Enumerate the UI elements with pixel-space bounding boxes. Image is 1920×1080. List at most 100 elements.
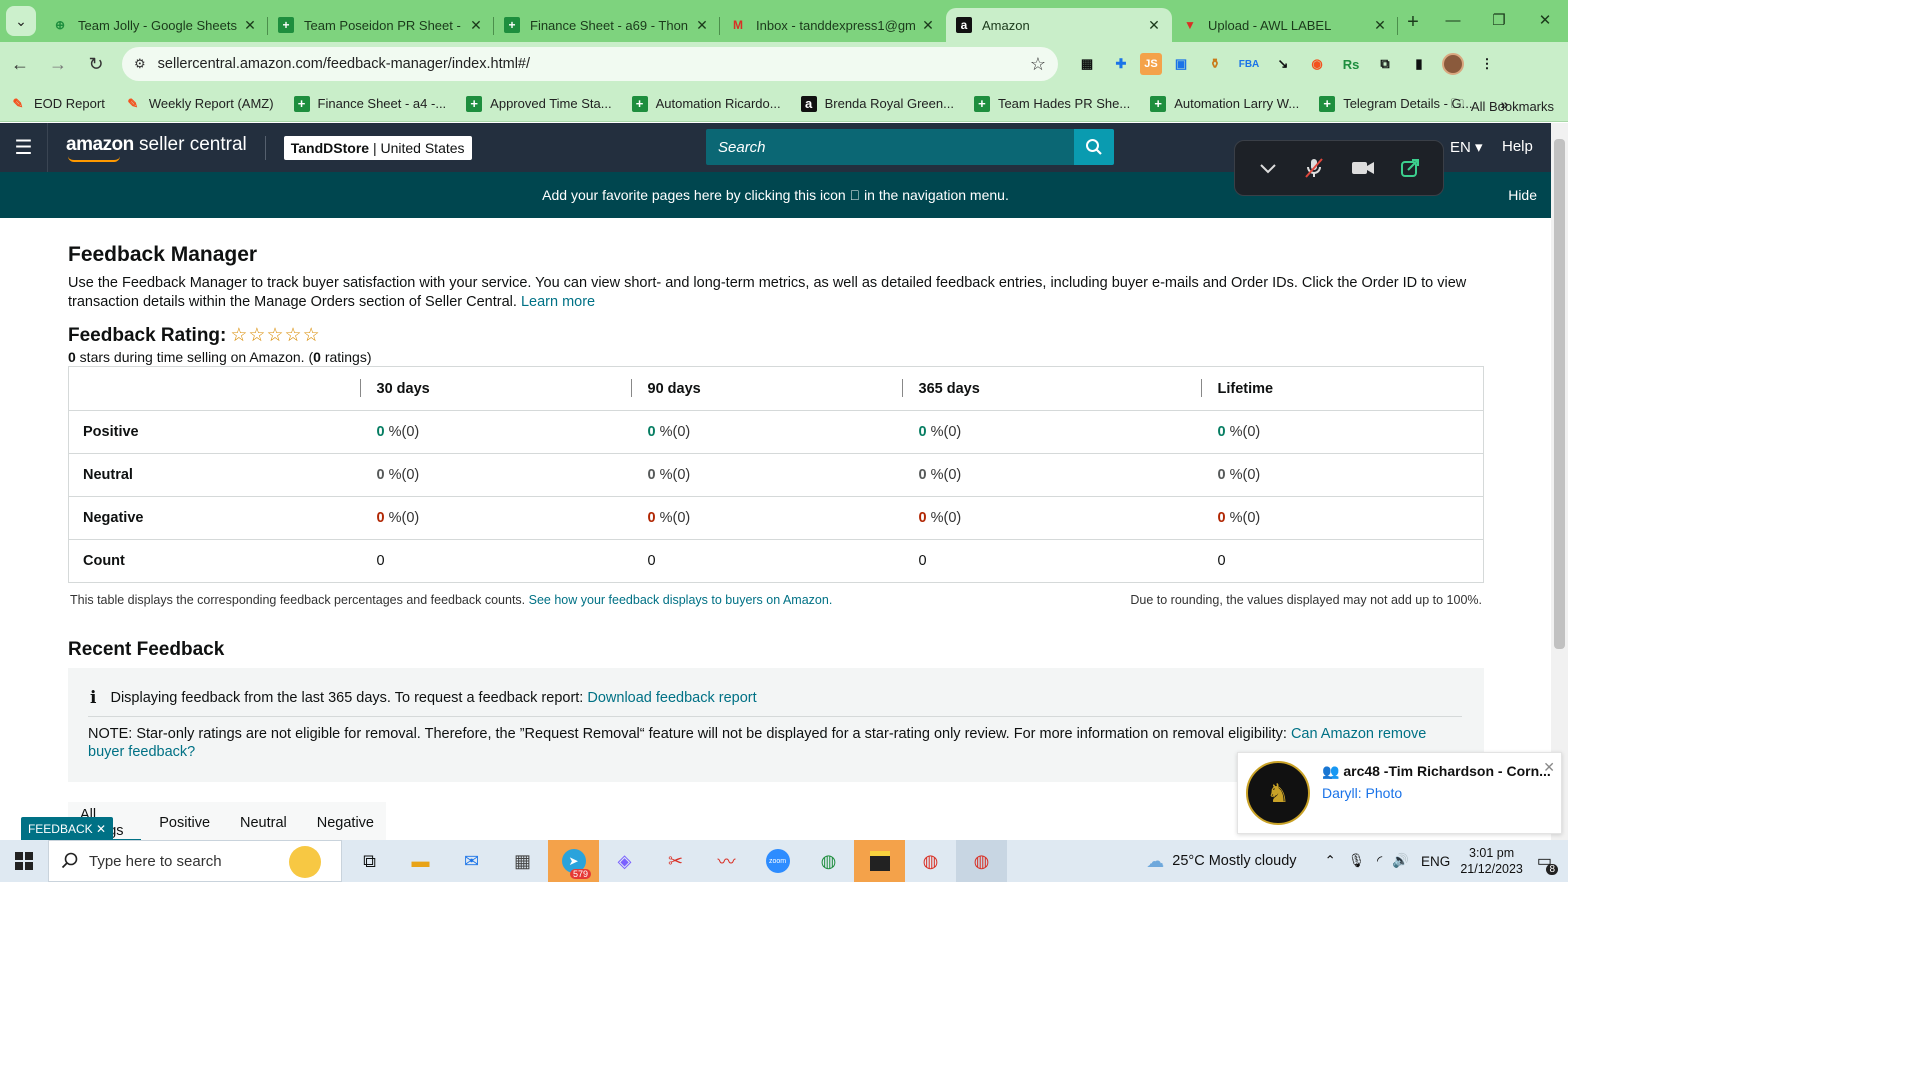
restore-icon[interactable]: ❐ [1476, 0, 1522, 40]
telegram-notification[interactable]: ♞ 👥 arc48 -Tim Richardson - Corn... Dary… [1237, 752, 1562, 834]
tab-negative[interactable]: Negative [299, 802, 386, 844]
weather-widget[interactable]: ☁ 25°C Mostly cloudy [1146, 851, 1296, 872]
close-icon[interactable]: ✕ [468, 17, 484, 34]
bookmark-6[interactable]: + Team Hades PR She... [973, 95, 1130, 112]
windows-logo-icon [15, 852, 33, 870]
star-icon: ☆ [302, 325, 321, 346]
amazon-smile-icon [68, 156, 120, 162]
address-bar[interactable]: ⚙ sellercentral.amazon.com/feedback-mana… [122, 47, 1058, 81]
bookmark-star-icon[interactable]: ☆ [1030, 54, 1046, 75]
table-cell: 0 %(0) [901, 410, 1201, 454]
store-switcher[interactable]: TandDStore | United States [283, 135, 472, 160]
input-language[interactable]: ENG [1421, 854, 1450, 869]
copilot-icon[interactable]: ◈ [599, 840, 650, 882]
site-settings-icon[interactable]: ⚙ [134, 56, 146, 72]
download-feedback-report-link[interactable]: Download feedback report [587, 690, 756, 706]
microphone-icon[interactable]: 🎙 [1348, 853, 1365, 869]
close-icon[interactable]: ✕ [694, 17, 710, 34]
sticky-notes-icon[interactable] [854, 840, 905, 882]
chrome-icon[interactable]: ◍ [803, 840, 854, 882]
forward-button[interactable]: → [40, 46, 76, 82]
hide-banner-link[interactable]: Hide [1508, 187, 1537, 203]
snipping-tool-icon[interactable]: ✂ [650, 840, 701, 882]
search-button[interactable] [1074, 129, 1114, 165]
wifi-icon[interactable]: ◜ [1377, 853, 1382, 869]
ok-extension-icon[interactable]: ▣ [1166, 48, 1196, 80]
bookmark-7[interactable]: + Automation Larry W... [1150, 95, 1299, 112]
url-text[interactable]: sellercentral.amazon.com/feedback-manage… [158, 56, 1030, 72]
bookmark-0[interactable]: ✎ EOD Report [10, 96, 105, 112]
close-icon[interactable]: ✕ [1543, 759, 1555, 776]
seller-central-logo[interactable]: amazon seller central [66, 134, 247, 162]
fba-extension-icon[interactable]: FBA [1234, 48, 1264, 80]
search-input[interactable]: Search [706, 129, 1074, 165]
chrome-active-icon[interactable]: ◍ [956, 840, 1007, 882]
close-icon[interactable]: ✕ [242, 17, 258, 34]
close-icon[interactable]: ✕ [1372, 17, 1388, 34]
puzzle-icon[interactable]: ⧉ [1370, 48, 1400, 80]
bookmark-5[interactable]: a Brenda Royal Green... [800, 95, 954, 112]
browser-tab-3[interactable]: M Inbox - tanddexpress1@gm ✕ [720, 8, 946, 42]
browser-tab-4[interactable]: a Amazon ✕ [946, 8, 1172, 42]
chevron-down-icon[interactable] [1257, 157, 1279, 179]
js-extension-icon[interactable]: JS [1140, 53, 1162, 75]
scrollbar-thumb[interactable] [1554, 139, 1565, 649]
orange-extension-icon[interactable]: ◉ [1302, 48, 1332, 80]
close-icon[interactable]: ✕ [920, 17, 936, 34]
bookmark-4[interactable]: + Automation Ricardo... [631, 95, 781, 112]
arrow-extension-icon[interactable]: ↘ [1268, 48, 1298, 80]
tab-neutral[interactable]: Neutral [222, 802, 299, 844]
bookmark-1[interactable]: ✎ Weekly Report (AMZ) [125, 96, 273, 112]
close-icon[interactable]: ✕ [96, 822, 106, 836]
language-selector[interactable]: EN ▾ [1450, 138, 1483, 156]
minimize-icon[interactable]: — [1430, 0, 1476, 40]
help-link[interactable]: Help [1502, 138, 1533, 155]
chrome-profile-icon[interactable]: ◍ [905, 840, 956, 882]
browser-tab-0[interactable]: ⊕ Team Jolly - Google Sheets ✕ [42, 8, 268, 42]
bookmark-8[interactable]: + Telegram Details - G... [1319, 95, 1473, 112]
browser-tab-2[interactable]: + Finance Sheet - a69 - Thon ✕ [494, 8, 720, 42]
learn-more-link[interactable]: Learn more [521, 294, 595, 310]
clock[interactable]: 3:01 pm 21/12/2023 [1460, 845, 1523, 877]
tab-positive[interactable]: Positive [141, 802, 222, 844]
file-explorer-icon[interactable]: ▬ [395, 840, 446, 882]
camera-icon[interactable] [1350, 157, 1376, 179]
notification-center-icon[interactable]: ▭ 8 [1537, 851, 1558, 875]
sidepanel-icon[interactable]: ▮ [1404, 48, 1434, 80]
telegram-icon[interactable]: ➤ 579 [548, 840, 599, 882]
extension-blue-icon[interactable]: ✚ [1106, 48, 1136, 80]
chevron-up-icon[interactable]: ⌃ [1325, 853, 1336, 869]
share-screen-icon[interactable] [1399, 157, 1421, 179]
profile-avatar[interactable] [1438, 48, 1468, 80]
feedback-widget-button[interactable]: FEEDBACK ✕ [21, 817, 113, 841]
notification-title: 👥 arc48 -Tim Richardson - Corn... [1322, 763, 1551, 779]
close-window-icon[interactable]: ✕ [1522, 0, 1568, 40]
qr-extension-icon[interactable]: ▦ [1072, 48, 1102, 80]
bookmark-3[interactable]: + Approved Time Sta... [466, 95, 612, 112]
menu-dots-icon[interactable]: ⋮ [1472, 48, 1502, 80]
new-tab-button[interactable]: + [1398, 7, 1428, 37]
jar-extension-icon[interactable]: ⚱ [1200, 48, 1230, 80]
all-bookmarks-button[interactable]: 🗀 All Bookmarks [1451, 95, 1554, 117]
mic-off-icon[interactable] [1302, 156, 1326, 180]
taskbar-search-input[interactable]: Type here to search [48, 840, 342, 882]
task-view-icon[interactable]: ⧉ [344, 840, 395, 882]
feedback-display-link[interactable]: See how your feedback displays to buyers… [529, 593, 833, 607]
zoom-icon[interactable]: zoom [752, 840, 803, 882]
back-button[interactable]: ← [2, 46, 38, 82]
rs-extension-icon[interactable]: Rs [1336, 48, 1366, 80]
audio-app-icon[interactable]: 〰 [701, 840, 752, 882]
volume-icon[interactable]: 🔊 [1392, 853, 1409, 869]
close-icon[interactable]: ✕ [1146, 17, 1162, 34]
start-button[interactable] [0, 840, 48, 882]
page-scrollbar[interactable] [1551, 123, 1568, 840]
hamburger-menu-icon[interactable]: ☰ [0, 123, 48, 172]
reload-button[interactable]: ↻ [78, 46, 114, 82]
bookmark-2[interactable]: + Finance Sheet - a4 -... [293, 95, 446, 112]
tab-search-button[interactable]: ⌄ [6, 6, 36, 36]
browser-tab-5[interactable]: ▼ Upload - AWL LABEL ✕ [1172, 8, 1398, 42]
browser-tab-1[interactable]: + Team Poseidon PR Sheet - ✕ [268, 8, 494, 42]
calculator-icon[interactable]: ▦ [497, 840, 548, 882]
mail-icon[interactable]: ✉ [446, 840, 497, 882]
table-cell: 0 %(0) [901, 496, 1201, 540]
